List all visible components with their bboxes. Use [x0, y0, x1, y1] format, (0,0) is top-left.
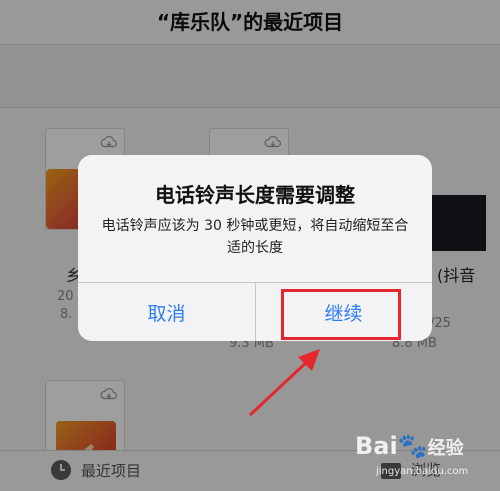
- watermark-brand2: 经验: [427, 438, 464, 459]
- watermark-brand: Bai: [355, 432, 398, 460]
- watermark-url: jingyan.baidu.com: [376, 466, 469, 477]
- paw-icon: 🐾: [397, 432, 428, 460]
- watermark-logo: Bai🐾经验: [355, 432, 464, 460]
- alert-title: 电话铃声长度需要调整: [155, 183, 355, 207]
- alert-message: 电话铃声应该为 30 秒钟或更短，将自动缩短至合适的长度: [101, 218, 409, 256]
- annotation-arrow-icon: [248, 349, 320, 417]
- cancel-button[interactable]: 取消: [78, 283, 255, 341]
- highlight-box: [281, 289, 401, 340]
